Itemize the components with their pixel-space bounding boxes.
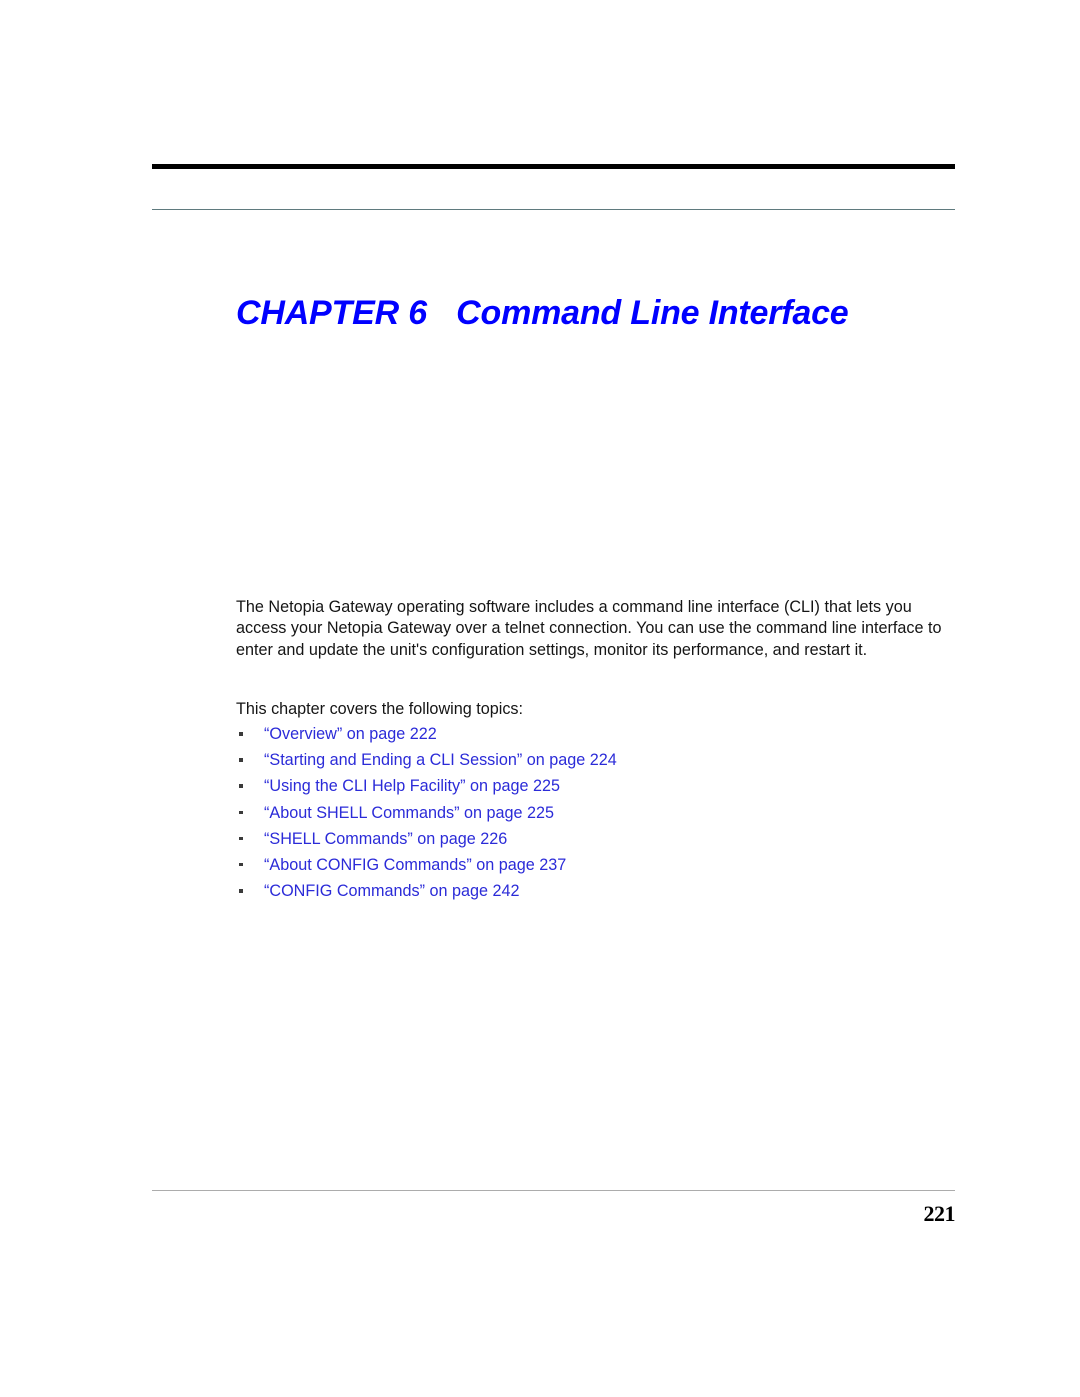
bullet-icon [239, 889, 243, 893]
document-page: CHAPTER 6 Command Line Interface The Net… [0, 0, 1080, 1397]
list-item[interactable]: “Using the CLI Help Facility” on page 22… [236, 773, 952, 799]
chapter-label: CHAPTER [236, 293, 399, 332]
chapter-name: Command Line Interface [456, 293, 849, 332]
bullet-icon [239, 732, 243, 736]
topic-link[interactable]: “About SHELL Commands” on page 225 [264, 804, 554, 822]
list-item[interactable]: “Overview” on page 222 [236, 721, 952, 747]
topic-link[interactable]: “CONFIG Commands” on page 242 [264, 882, 520, 900]
header-thick-rule [152, 164, 955, 169]
list-item[interactable]: “About CONFIG Commands” on page 237 [236, 852, 952, 878]
topic-link[interactable]: “Overview” on page 222 [264, 725, 437, 743]
list-item[interactable]: “Starting and Ending a CLI Session” on p… [236, 747, 952, 773]
chapter-number: 6 [408, 293, 427, 332]
list-item[interactable]: “CONFIG Commands” on page 242 [236, 878, 952, 904]
topic-link[interactable]: “Using the CLI Help Facility” on page 22… [264, 777, 560, 795]
bullet-icon [239, 784, 243, 788]
topic-link[interactable]: “About CONFIG Commands” on page 237 [264, 856, 566, 874]
topic-link[interactable]: “Starting and Ending a CLI Session” on p… [264, 751, 617, 769]
page-number: 221 [923, 1201, 956, 1226]
bullet-icon [239, 758, 243, 762]
bullet-icon [239, 836, 243, 841]
list-item[interactable]: “About SHELL Commands” on page 225 [236, 800, 952, 826]
intro-paragraph: The Netopia Gateway operating software i… [236, 598, 942, 659]
header-thin-rule [152, 209, 955, 210]
topics-list: “Overview” on page 222 “Starting and End… [236, 721, 952, 904]
bullet-icon [239, 810, 243, 815]
list-item[interactable]: “SHELL Commands” on page 226 [236, 826, 952, 852]
page-title: CHAPTER 6 Command Line Interface [236, 293, 996, 333]
topics-lead-text: This chapter covers the following topics… [236, 700, 524, 719]
bullet-icon [239, 862, 243, 867]
footer-rule [152, 1190, 955, 1191]
topic-link[interactable]: “SHELL Commands” on page 226 [264, 830, 507, 848]
